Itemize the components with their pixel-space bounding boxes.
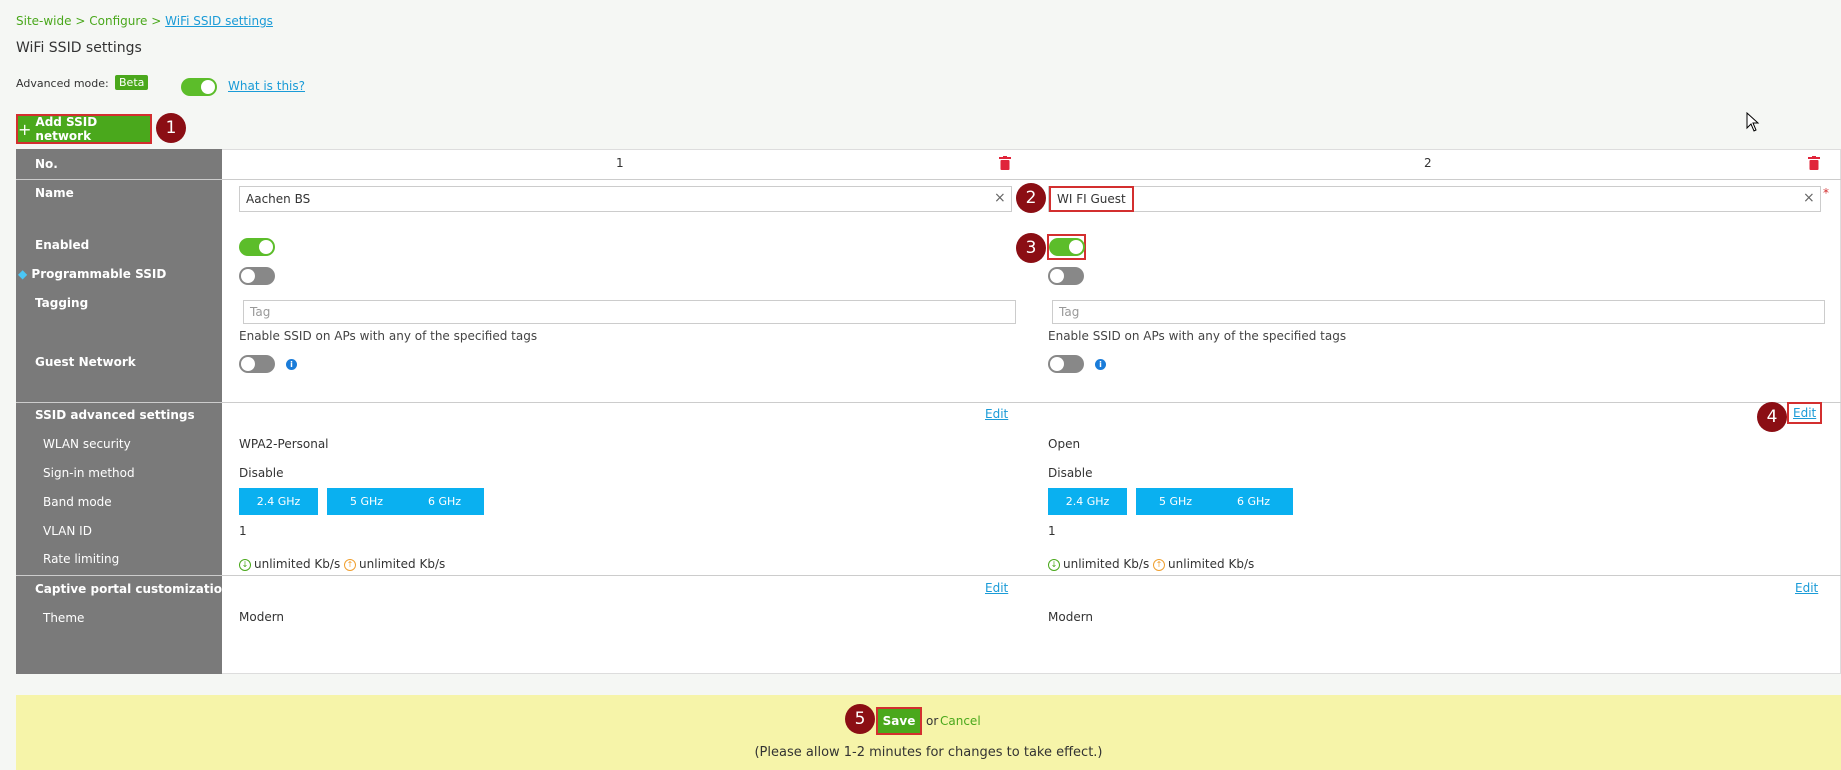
row-label-enabled: Enabled xyxy=(35,238,90,252)
info-icon[interactable]: i xyxy=(286,359,297,370)
what-is-this-link[interactable]: What is this? xyxy=(228,79,305,93)
column-number-1: 1 xyxy=(616,156,624,170)
ssid-name-input-1[interactable]: Aachen BS xyxy=(239,186,1012,212)
breadcrumb-current[interactable]: WiFi SSID settings xyxy=(165,14,273,28)
row-label-guest: Guest Network xyxy=(35,355,136,369)
rate-limit-1: ↓ unlimited Kb/s ↑ unlimited Kb/s xyxy=(239,557,445,571)
row-label-sign-in: Sign-in method xyxy=(43,466,135,480)
band-5ghz-1[interactable]: 5 GHz xyxy=(327,488,406,515)
theme-2: Modern xyxy=(1048,610,1094,624)
row-label-name: Name xyxy=(35,186,74,200)
step-badge-3: 3 xyxy=(1016,233,1046,263)
advanced-mode-toggle[interactable] xyxy=(181,78,217,96)
breadcrumb-configure[interactable]: Configure xyxy=(89,14,147,28)
clear-icon[interactable]: × xyxy=(994,190,1006,206)
enabled-toggle-1[interactable] xyxy=(239,238,275,256)
info-icon[interactable]: i xyxy=(1095,359,1106,370)
captive-portal-edit-2[interactable]: Edit xyxy=(1795,581,1818,595)
row-label-tagging: Tagging xyxy=(35,296,89,310)
clear-icon[interactable]: × xyxy=(1803,190,1815,206)
save-button[interactable]: Save xyxy=(876,707,922,735)
band-24ghz-1[interactable]: 2.4 GHz xyxy=(239,488,318,515)
column-number-2: 2 xyxy=(1424,156,1432,170)
advanced-mode-label: Advanced mode: xyxy=(16,77,109,90)
programmable-toggle-2[interactable] xyxy=(1048,267,1084,285)
ssid-name-input-2[interactable]: WI FI Guest xyxy=(1048,186,1821,212)
breadcrumb-site[interactable]: Site-wide xyxy=(16,14,72,28)
tag-helper-2: Enable SSID on APs with any of the speci… xyxy=(1048,329,1347,343)
breadcrumb: Site-wide > Configure > WiFi SSID settin… xyxy=(16,14,273,28)
add-ssid-network-button[interactable]: + Add SSID network xyxy=(16,114,152,144)
sign-in-method-1: Disable xyxy=(239,466,284,480)
plus-icon: + xyxy=(18,119,32,139)
wlan-security-1: WPA2-Personal xyxy=(239,437,329,451)
row-label-programmable: ◆ Programmable SSID xyxy=(18,267,167,281)
arrow-down-icon: ↓ xyxy=(239,558,251,571)
tag-helper-1: Enable SSID on APs with any of the speci… xyxy=(239,329,538,343)
cancel-link[interactable]: Cancel xyxy=(940,714,981,728)
wlan-security-2: Open xyxy=(1048,437,1081,451)
ssid-advanced-edit-2[interactable]: Edit xyxy=(1787,402,1823,424)
vlan-id-2: 1 xyxy=(1048,524,1056,538)
page-title: WiFi SSID settings xyxy=(16,40,142,56)
row-label-ssid-advanced: SSID advanced settings xyxy=(35,408,195,422)
required-asterisk: * xyxy=(1823,186,1829,200)
trash-icon[interactable] xyxy=(1808,156,1820,170)
divider xyxy=(16,575,1841,576)
divider xyxy=(16,402,1841,403)
trash-icon[interactable] xyxy=(999,156,1011,170)
row-label-wlan-security: WLAN security xyxy=(43,437,131,451)
band-5ghz-2[interactable]: 5 GHz xyxy=(1136,488,1215,515)
band-6ghz-1[interactable]: 6 GHz xyxy=(405,488,484,515)
row-label-rate-limiting: Rate limiting xyxy=(43,552,120,566)
row-label-no: No. xyxy=(35,157,58,171)
row-label-theme: Theme xyxy=(43,611,85,625)
guest-toggle-1[interactable] xyxy=(239,355,275,373)
sign-in-method-2: Disable xyxy=(1048,466,1093,480)
rate-limit-2: ↓ unlimited Kb/s ↑ unlimited Kb/s xyxy=(1048,557,1254,571)
step-badge-1: 1 xyxy=(156,113,186,143)
band-6ghz-2[interactable]: 6 GHz xyxy=(1214,488,1293,515)
ssid-table xyxy=(16,149,1841,674)
guest-toggle-2[interactable] xyxy=(1048,355,1084,373)
step-badge-5: 5 xyxy=(845,704,875,734)
beta-badge: Beta xyxy=(115,75,149,90)
ssid-advanced-edit-1[interactable]: Edit xyxy=(985,407,1008,421)
row-label-captive-portal: Captive portal customization xyxy=(35,582,231,596)
band-24ghz-2[interactable]: 2.4 GHz xyxy=(1048,488,1127,515)
divider xyxy=(16,179,1841,180)
step-badge-4: 4 xyxy=(1757,402,1787,432)
row-label-band-mode: Band mode xyxy=(43,495,112,509)
row-label-vlan-id: VLAN ID xyxy=(43,524,92,538)
cursor-icon xyxy=(1746,112,1760,132)
arrow-up-icon: ↑ xyxy=(344,558,357,571)
footer-or: or xyxy=(926,714,939,728)
captive-portal-edit-1[interactable]: Edit xyxy=(985,581,1008,595)
arrow-down-icon: ↓ xyxy=(1048,558,1060,571)
tag-input-2[interactable]: Tag xyxy=(1052,300,1825,324)
theme-1: Modern xyxy=(239,610,285,624)
vlan-id-1: 1 xyxy=(239,524,247,538)
diamond-icon: ◆ xyxy=(18,267,28,281)
programmable-toggle-1[interactable] xyxy=(239,267,275,285)
footer-note: (Please allow 1-2 minutes for changes to… xyxy=(754,745,1103,760)
tag-input-1[interactable]: Tag xyxy=(243,300,1016,324)
enabled-toggle-2[interactable] xyxy=(1049,238,1085,256)
arrow-up-icon: ↑ xyxy=(1153,558,1166,571)
step-badge-2: 2 xyxy=(1016,183,1046,213)
ssid-name-value-2: WI FI Guest xyxy=(1049,186,1134,212)
